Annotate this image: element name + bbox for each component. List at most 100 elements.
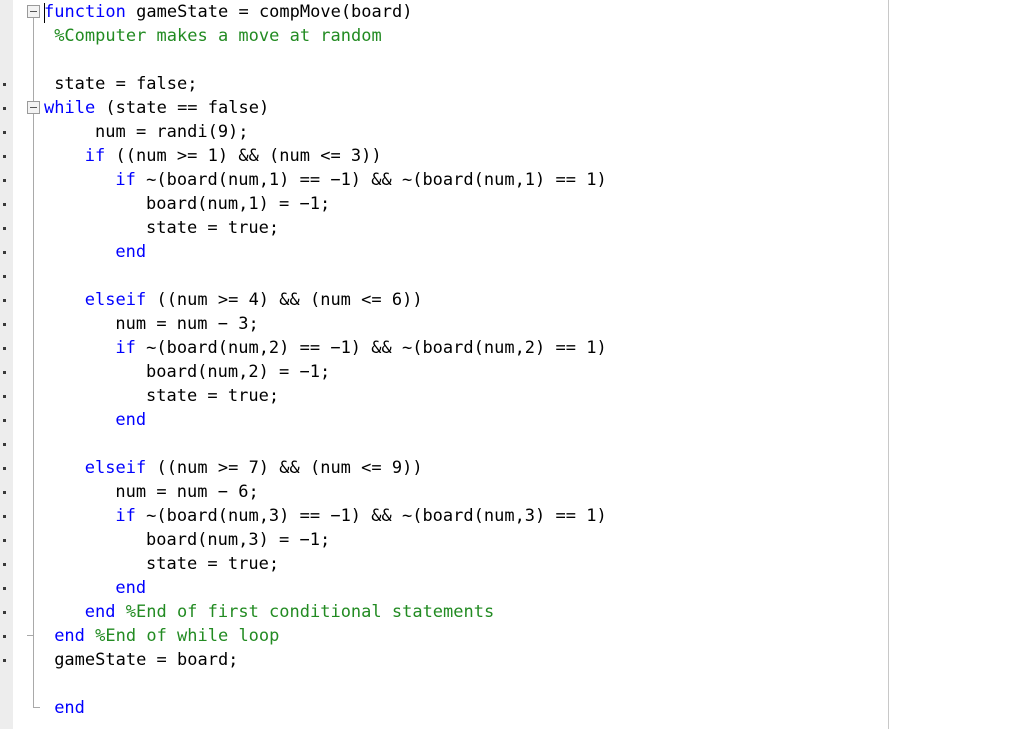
code-token: ((num >= 4) && (num <= 6)) (146, 290, 423, 310)
fold-branch-tick-icon (27, 635, 34, 636)
keyword-token: end (115, 242, 147, 262)
code-folding-gutter[interactable] (14, 0, 44, 729)
code-line[interactable]: if ~(board(num,1) == −1) && ~(board(num,… (115, 168, 606, 192)
keyword-token: while (44, 98, 96, 118)
keyword-token: end (54, 626, 85, 646)
breakpoint-marker-icon[interactable] (3, 515, 6, 518)
code-token: board(num,2) = −1; (146, 362, 331, 382)
code-token: gameState = compMove(board) (125, 2, 413, 22)
breakpoint-marker-icon[interactable] (3, 395, 6, 398)
code-line[interactable]: while (state == false) (44, 96, 269, 120)
keyword-token: if (84, 146, 106, 166)
code-line[interactable]: end (115, 408, 146, 432)
keyword-token: function (44, 2, 126, 22)
breakpoint-marker-icon[interactable] (3, 83, 6, 86)
breakpoint-marker-icon[interactable] (3, 251, 6, 254)
code-line[interactable]: if ((num >= 1) && (num <= 3)) (85, 144, 382, 168)
code-token: ((num >= 1) && (num <= 3)) (105, 146, 382, 166)
fold-collapse-icon[interactable] (27, 5, 40, 18)
text-caret (44, 3, 45, 23)
code-line[interactable]: elseif ((num >= 7) && (num <= 9)) (85, 456, 423, 480)
code-token: num = randi(9); (95, 122, 249, 142)
breakpoint-marker-icon[interactable] (3, 371, 6, 374)
code-token: state = true; (146, 218, 280, 238)
breakpoint-marker-icon[interactable] (3, 299, 6, 302)
keyword-token: end (115, 578, 147, 598)
code-line[interactable]: board(num,1) = −1; (146, 192, 330, 216)
breakpoint-marker-icon[interactable] (3, 467, 6, 470)
keyword-token: end (54, 698, 85, 718)
breakpoint-marker-icon[interactable] (3, 419, 6, 422)
code-token: num = num − 3; (115, 314, 259, 334)
breakpoint-marker-icon[interactable] (3, 539, 6, 542)
comment-token: %End of while loop (95, 626, 280, 646)
keyword-token: elseif (84, 290, 147, 310)
fold-end-cap-icon (33, 707, 40, 708)
breakpoint-marker-icon[interactable] (3, 107, 6, 110)
code-line[interactable]: state = true; (146, 552, 279, 576)
keyword-token: if (115, 506, 136, 526)
breakpoint-marker-icon[interactable] (3, 131, 6, 134)
code-line[interactable]: if ~(board(num,3) == −1) && ~(board(num,… (115, 504, 606, 528)
code-token: gameState = board; (54, 650, 239, 670)
breakpoint-marker-icon[interactable] (3, 491, 6, 494)
code-token: state = true; (146, 554, 280, 574)
breakpoint-marker-icon[interactable] (3, 563, 6, 566)
code-editor-pane[interactable]: function gameState = compMove(board) %Com… (0, 0, 1024, 729)
code-line[interactable]: num = num − 6; (115, 480, 258, 504)
code-line[interactable]: end %End of while loop (54, 624, 279, 648)
code-line[interactable]: state = true; (146, 384, 279, 408)
keyword-token: if (115, 338, 136, 358)
keyword-token: elseif (84, 458, 147, 478)
breakpoint-marker-icon[interactable] (3, 203, 6, 206)
breakpoint-marker-icon[interactable] (3, 323, 6, 326)
code-token: state = false; (54, 74, 198, 94)
code-token: ~(board(num,2) == −1) && ~(board(num,2) … (135, 338, 607, 358)
breakpoint-marker-icon[interactable] (3, 227, 6, 230)
breakpoint-marker-icon[interactable] (3, 275, 6, 278)
code-token: ~(board(num,1) == −1) && ~(board(num,1) … (135, 170, 607, 190)
code-token: (state == false) (95, 98, 270, 118)
code-line[interactable]: end (115, 576, 146, 600)
code-token: state = true; (146, 386, 280, 406)
code-line[interactable]: state = false; (54, 72, 197, 96)
code-token: ((num >= 7) && (num <= 9)) (146, 458, 423, 478)
code-line[interactable]: num = randi(9); (95, 120, 249, 144)
breakpoint-marker-icon[interactable] (3, 659, 6, 662)
code-line[interactable]: elseif ((num >= 4) && (num <= 6)) (85, 288, 423, 312)
code-line[interactable]: function gameState = compMove(board) (44, 0, 412, 24)
keyword-token: end (84, 602, 116, 622)
code-line[interactable]: if ~(board(num,2) == −1) && ~(board(num,… (115, 336, 606, 360)
code-text-area[interactable]: function gameState = compMove(board) %Com… (44, 0, 1024, 729)
code-line[interactable]: end (54, 696, 85, 720)
breakpoint-marker-icon[interactable] (3, 635, 6, 638)
code-token: ~(board(num,3) == −1) && ~(board(num,3) … (135, 506, 607, 526)
code-token: board(num,1) = −1; (146, 194, 331, 214)
fold-collapse-icon[interactable] (27, 101, 40, 114)
code-line[interactable]: gameState = board; (54, 648, 238, 672)
code-line[interactable]: %Computer makes a move at random (54, 24, 382, 48)
breakpoint-marker-icon[interactable] (3, 443, 6, 446)
fold-spine-line (33, 18, 34, 708)
code-line[interactable]: num = num − 3; (115, 312, 258, 336)
breakpoint-marker-icon[interactable] (3, 611, 6, 614)
breakpoint-marker-icon[interactable] (3, 587, 6, 590)
breakpoint-marker-icon[interactable] (3, 347, 6, 350)
code-line[interactable]: board(num,3) = −1; (146, 528, 330, 552)
code-token: num = num − 6; (115, 482, 259, 502)
breakpoint-gutter[interactable] (0, 0, 14, 729)
breakpoint-marker-icon[interactable] (3, 179, 6, 182)
comment-token: %End of first conditional statements (125, 602, 495, 622)
keyword-token: if (115, 170, 136, 190)
breakpoint-marker-icon[interactable] (3, 155, 6, 158)
code-line[interactable]: board(num,2) = −1; (146, 360, 330, 384)
keyword-token: end (115, 410, 147, 430)
column-width-guide-line (888, 0, 889, 729)
code-line[interactable]: end (115, 240, 146, 264)
code-token: board(num,3) = −1; (146, 530, 331, 550)
code-line[interactable]: state = true; (146, 216, 279, 240)
code-line[interactable]: end %End of first conditional statements (85, 600, 494, 624)
comment-token: %Computer makes a move at random (54, 26, 382, 46)
